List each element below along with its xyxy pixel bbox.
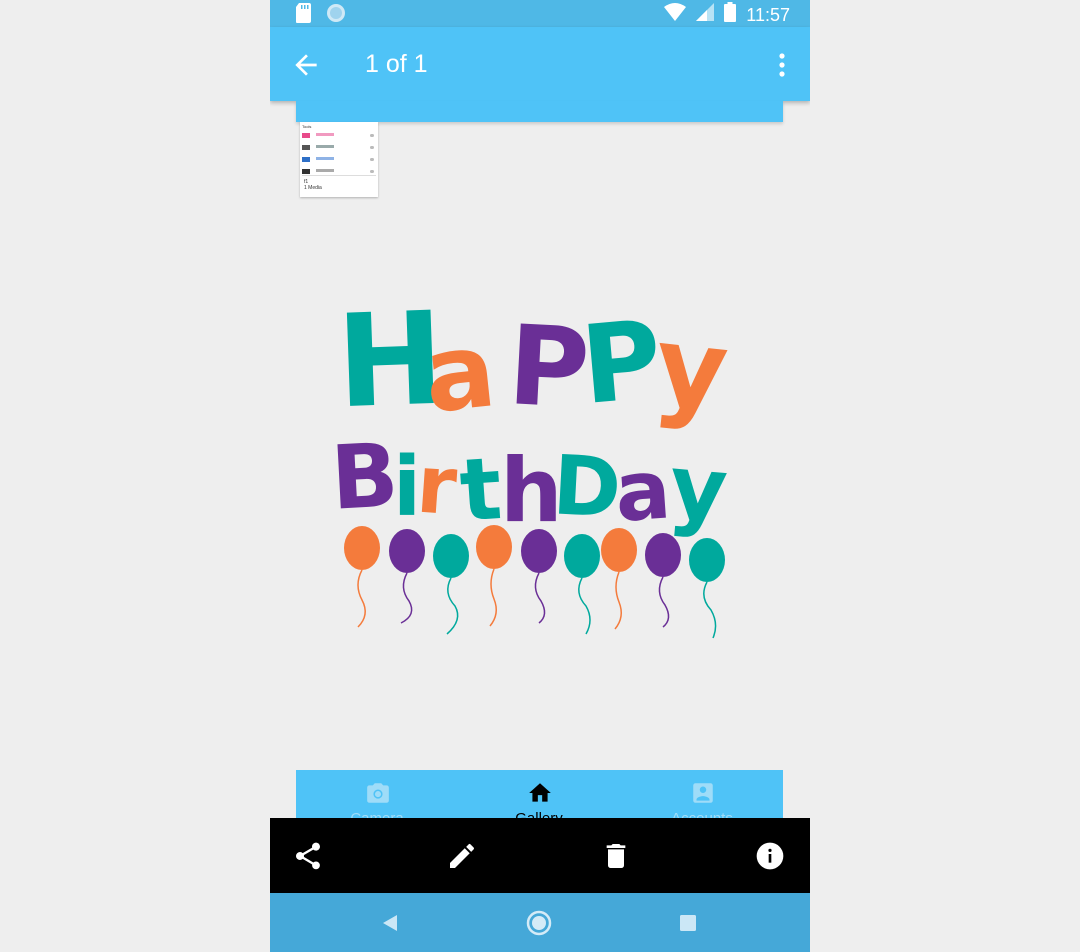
balloon: [564, 534, 600, 635]
wifi-icon: [664, 3, 687, 26]
camera-icon: [365, 780, 391, 806]
letter-a2: a: [612, 442, 674, 541]
viewer-action-bar: [270, 818, 810, 893]
page-title: 1 of 1: [365, 50, 428, 78]
back-arrow-icon[interactable]: [290, 49, 322, 81]
thumbnail-row: [302, 132, 376, 140]
home-icon: [527, 780, 553, 806]
letter-y: y: [649, 301, 734, 436]
phone-screen: 11:57 1 of 1 Tools f1 1 Media H a P P y …: [270, 0, 810, 952]
info-icon[interactable]: [754, 840, 786, 872]
balloon: [389, 529, 425, 624]
account-box-icon: [690, 780, 716, 806]
share-icon[interactable]: [292, 840, 324, 872]
balloon: [521, 529, 557, 624]
balloon: [344, 526, 380, 628]
balloon: [689, 538, 725, 639]
balloon: [476, 525, 512, 627]
background-app-toolbar: [296, 101, 783, 122]
edit-pencil-icon[interactable]: [446, 840, 478, 872]
status-time: 11:57: [746, 4, 790, 25]
nav-home-circle-icon[interactable]: [526, 910, 552, 936]
balloons: [344, 525, 725, 639]
screenshot-thumbnail[interactable]: Tools f1 1 Media: [300, 122, 378, 197]
nav-recents-square-icon[interactable]: [675, 910, 701, 936]
balloon: [601, 528, 637, 630]
cell-signal-icon: [696, 3, 715, 26]
status-bar: 11:57: [270, 0, 810, 27]
thumbnail-footer-2: 1 Media: [304, 185, 322, 191]
balloon: [433, 534, 469, 635]
viewer-app-bar: 1 of 1: [270, 27, 810, 101]
thumbnail-row: [302, 156, 376, 164]
thumbnail-row: [302, 144, 376, 152]
happy-text: H a P P y: [334, 285, 734, 438]
sd-card-icon: [296, 3, 312, 28]
birthday-text: B i r t h D a y: [328, 423, 731, 542]
letter-r: r: [414, 438, 460, 534]
delete-trash-icon[interactable]: [600, 840, 632, 872]
letter-y2: y: [665, 435, 731, 543]
letter-b: B: [328, 423, 400, 529]
happy-birthday-image: H a P P y B i r t h D a y: [325, 275, 755, 655]
battery-icon: [724, 2, 737, 27]
more-vert-icon[interactable]: [770, 49, 794, 81]
nav-back-triangle-icon[interactable]: [377, 910, 403, 936]
system-navigation-bar: [270, 893, 810, 952]
balloon: [645, 533, 681, 628]
sync-circle-icon: [326, 3, 346, 28]
thumbnail-header: Tools: [302, 124, 312, 129]
letter-a: a: [419, 308, 502, 437]
